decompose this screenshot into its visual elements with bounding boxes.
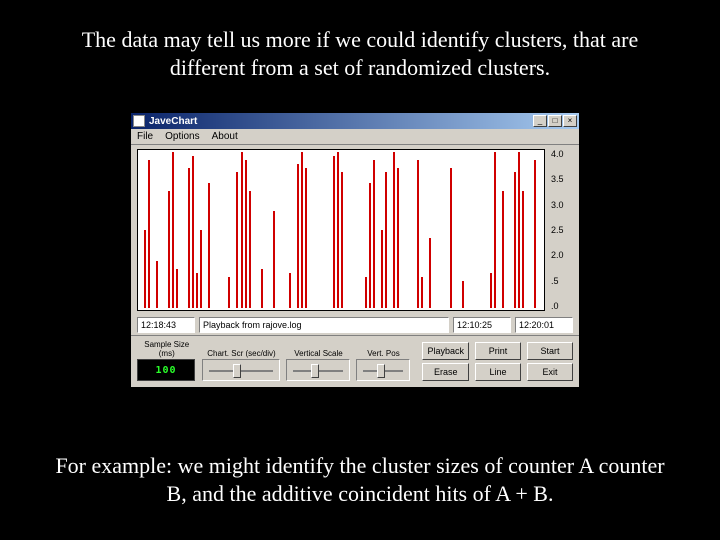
chart-bar: [450, 168, 452, 308]
sample-size-group: Sample Size (ms) 100: [137, 340, 196, 381]
chart-bar: [188, 168, 190, 308]
chart-bar: [144, 230, 146, 308]
chart-area: 4.0 3.5 3.0 2.5 2.0 .5 .0: [131, 145, 579, 315]
chart-bar: [534, 160, 536, 308]
controls-panel: Sample Size (ms) 100 Chart. Scr (sec/div…: [131, 335, 579, 387]
chart-bar: [241, 152, 243, 308]
chart-bar: [337, 152, 339, 308]
chart-bar: [156, 261, 158, 308]
y-axis-labels: 4.0 3.5 3.0 2.5 2.0 .5 .0: [549, 149, 575, 311]
chart-bar: [417, 160, 419, 308]
chart-bar: [365, 277, 367, 308]
sample-size-display[interactable]: 100: [137, 359, 195, 381]
vpos-slider[interactable]: [356, 359, 410, 381]
window-title: JaveChart: [149, 116, 532, 127]
chart-scroll-group: Chart. Scr (sec/div): [202, 349, 280, 381]
chart-bar: [297, 164, 299, 308]
chart-bar: [494, 152, 496, 308]
slide-bottom-text: For example: we might identify the clust…: [0, 442, 720, 507]
chart-bar: [305, 168, 307, 308]
chart-bar: [196, 273, 198, 308]
menubar: File Options About: [131, 129, 579, 145]
chart-bar: [341, 172, 343, 309]
chart-scroll-label: Chart. Scr (sec/div): [202, 349, 280, 358]
menu-about[interactable]: About: [210, 131, 240, 142]
chart-bar: [369, 183, 371, 308]
status-row: 12:18:43 Playback from rajove.log 12:10:…: [131, 315, 579, 335]
y-tick: 2.0: [551, 250, 575, 260]
chart-bar: [168, 191, 170, 308]
chart-bar: [393, 152, 395, 308]
chart-bar: [373, 160, 375, 308]
app-icon: [133, 115, 145, 127]
menu-options[interactable]: Options: [163, 131, 201, 142]
chart-bar: [273, 211, 275, 309]
y-tick: 3.5: [551, 174, 575, 184]
chart-bar: [289, 273, 291, 308]
playback-button[interactable]: Playback: [422, 342, 469, 360]
chart-bar: [385, 172, 387, 309]
chart-bar: [148, 160, 150, 308]
chart-bar: [490, 273, 492, 308]
status-time-left: 12:18:43: [137, 317, 195, 333]
slide-top-text: The data may tell us more if we could id…: [0, 0, 720, 89]
chart-bar: [200, 230, 202, 308]
y-tick: 3.0: [551, 200, 575, 210]
erase-button[interactable]: Erase: [422, 363, 469, 381]
chart-bar: [429, 238, 431, 308]
y-tick: 4.0: [551, 149, 575, 159]
line-button[interactable]: Line: [475, 363, 521, 381]
vscale-label: Vertical Scale: [286, 349, 350, 358]
chart-bar: [228, 277, 230, 308]
maximize-button[interactable]: □: [548, 115, 562, 127]
chart-bar: [192, 156, 194, 308]
chart-bar: [397, 168, 399, 308]
minimize-button[interactable]: _: [533, 115, 547, 127]
status-time-mid: 12:10:25: [453, 317, 511, 333]
exit-button[interactable]: Exit: [527, 363, 573, 381]
vpos-label: Vert. Pos: [356, 349, 410, 358]
y-tick: .5: [551, 276, 575, 286]
chart-bar: [236, 172, 238, 309]
chart-bar: [514, 172, 516, 309]
y-tick: .0: [551, 301, 575, 311]
titlebar[interactable]: JaveChart _ □ ×: [131, 113, 579, 129]
print-button[interactable]: Print: [475, 342, 521, 360]
chart-bar: [462, 281, 464, 308]
chart-bar: [172, 152, 174, 308]
chart-bar: [421, 277, 423, 308]
chart-bar: [245, 160, 247, 308]
chart-bar: [208, 183, 210, 308]
chart-bar: [176, 269, 178, 308]
chart-scroll-slider[interactable]: [202, 359, 280, 381]
close-button[interactable]: ×: [563, 115, 577, 127]
y-tick: 2.5: [551, 225, 575, 235]
chart-bar: [249, 191, 251, 308]
chart-bar: [518, 152, 520, 308]
chart-bar: [261, 269, 263, 308]
status-message: Playback from rajove.log: [199, 317, 449, 333]
sample-size-label: Sample Size (ms): [137, 340, 196, 358]
start-button[interactable]: Start: [527, 342, 573, 360]
chart-bar: [522, 191, 524, 308]
chart-bar: [502, 191, 504, 308]
chart-plot: [137, 149, 545, 311]
status-time-right: 12:20:01: [515, 317, 573, 333]
chart-bar: [301, 152, 303, 308]
menu-file[interactable]: File: [135, 131, 155, 142]
vscale-slider[interactable]: [286, 359, 350, 381]
chart-bar: [381, 230, 383, 308]
vscale-group: Vertical Scale: [286, 349, 350, 381]
app-window: JaveChart _ □ × File Options About 4.0 3…: [130, 112, 580, 388]
vpos-group: Vert. Pos: [356, 349, 410, 381]
chart-bar: [333, 156, 335, 308]
